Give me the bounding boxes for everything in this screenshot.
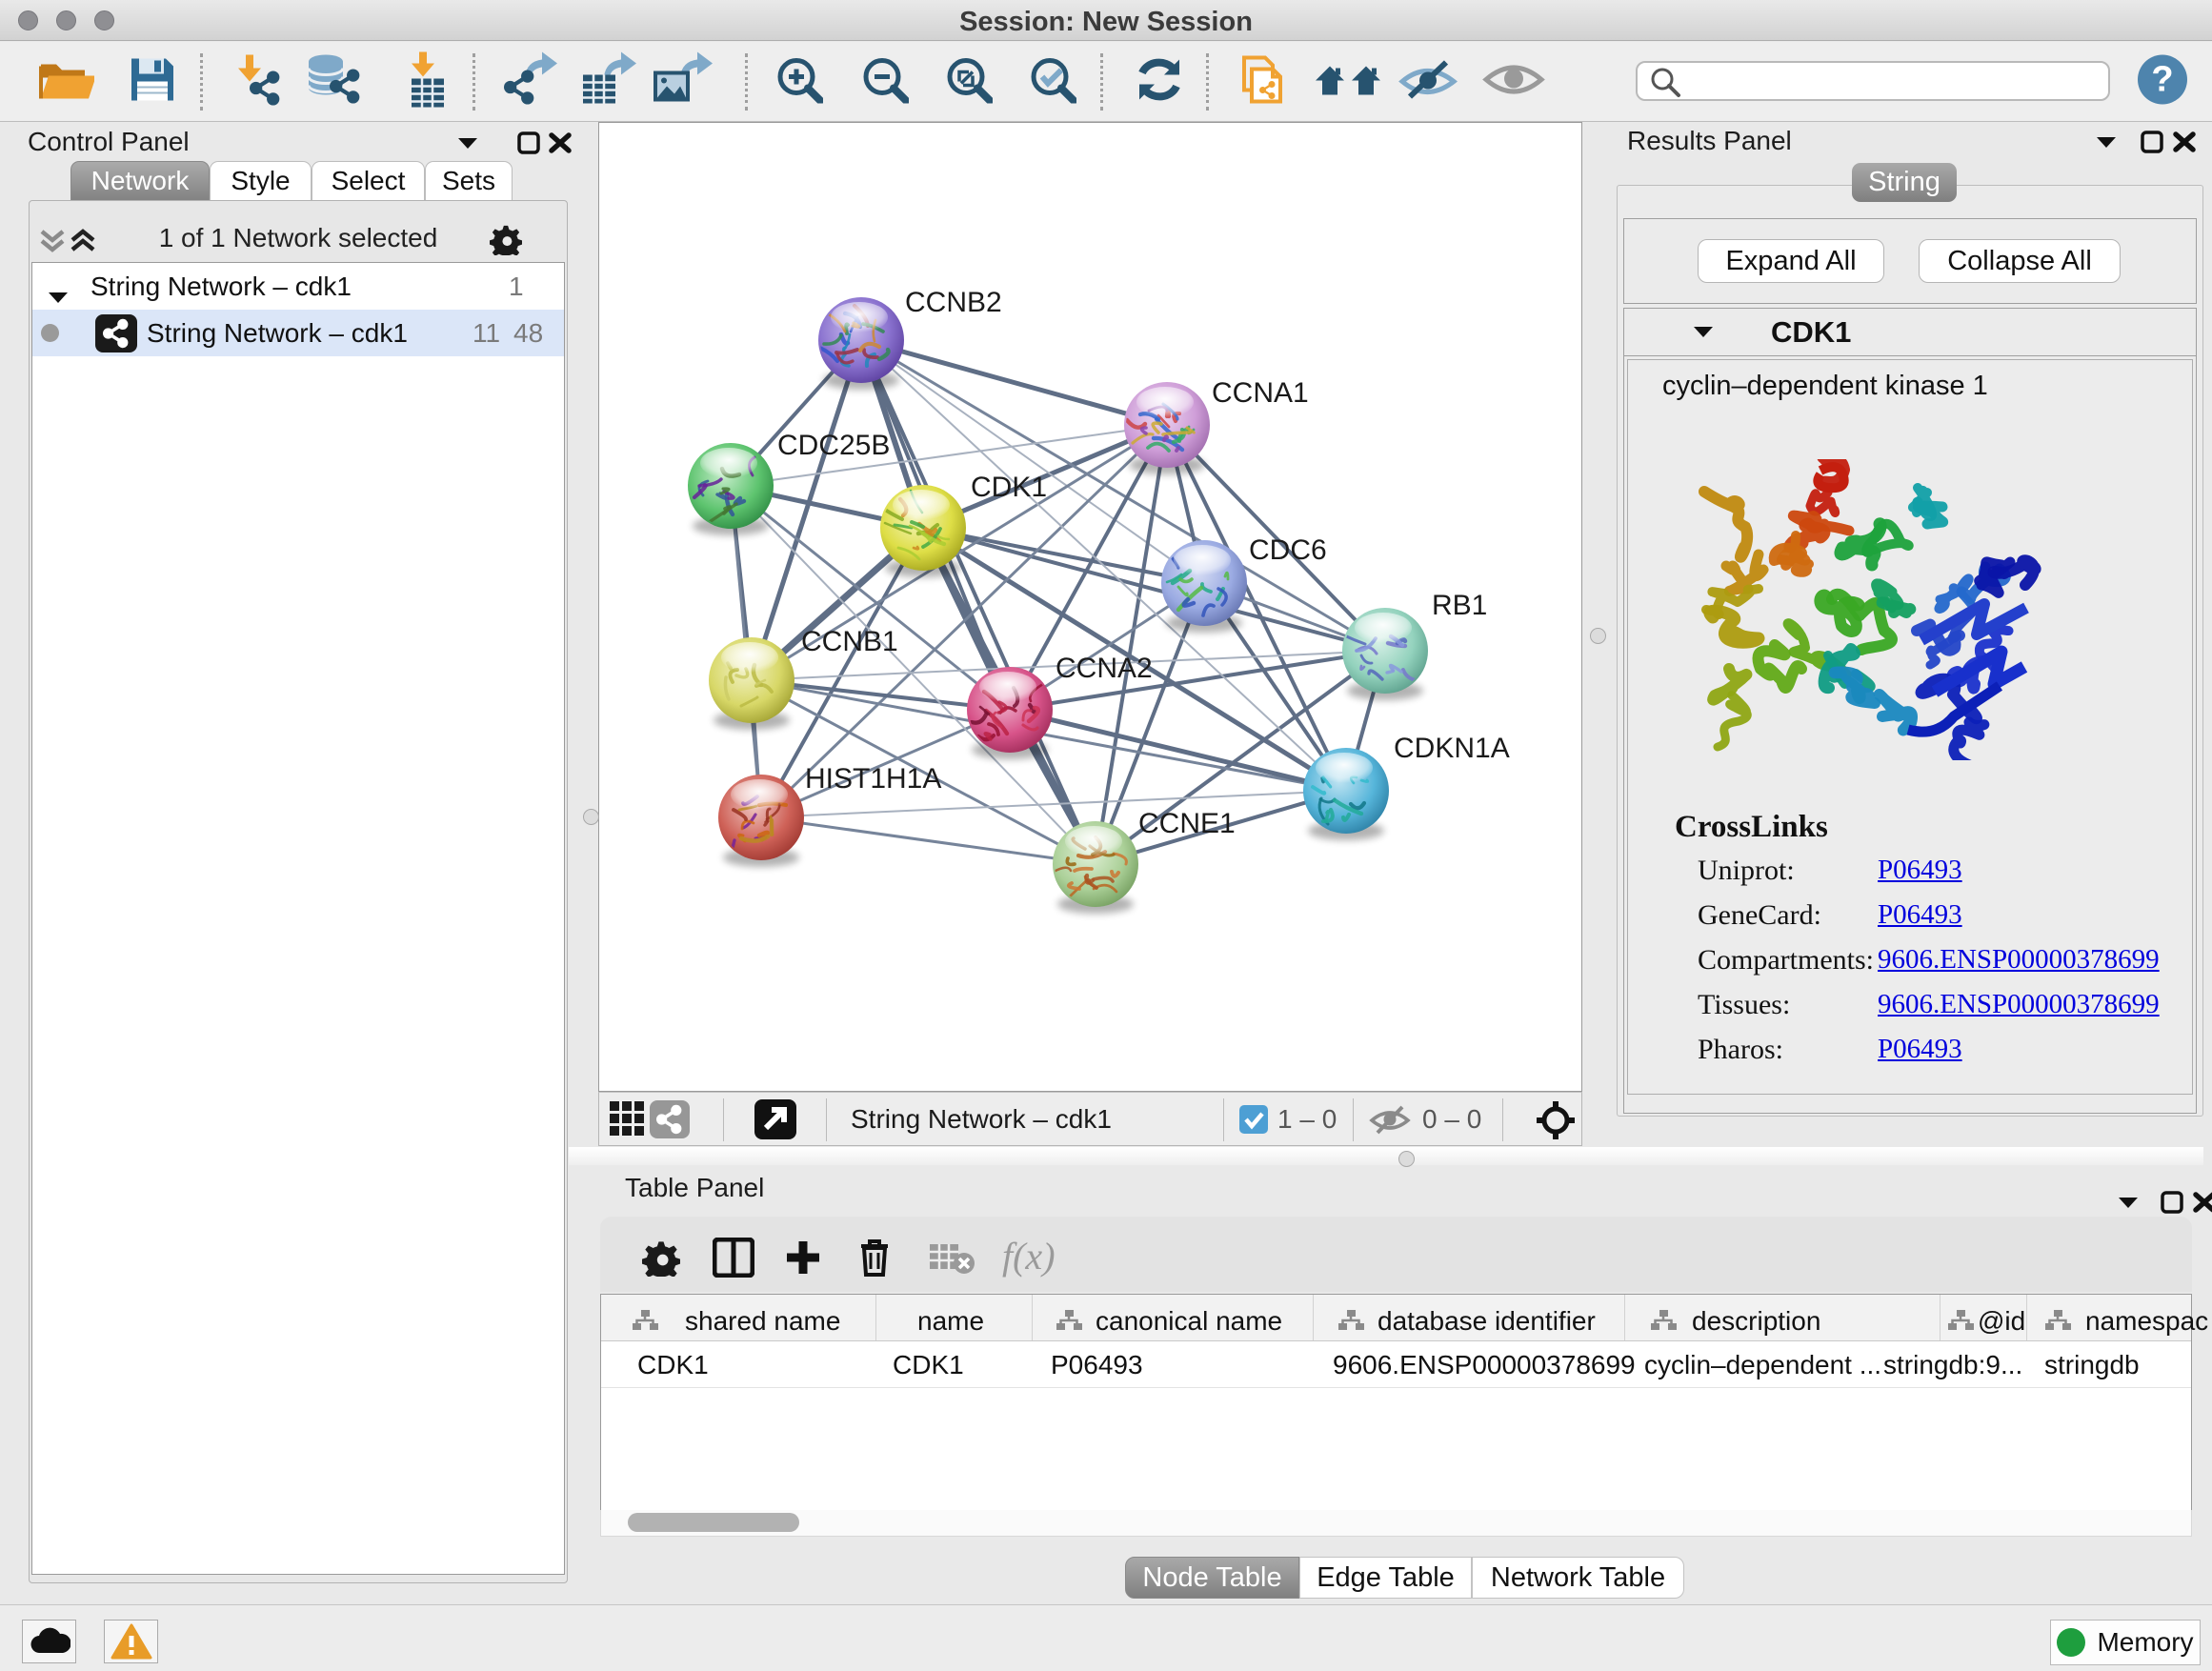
svg-text:CCNE1: CCNE1: [1138, 808, 1236, 839]
svg-text:CCNA2: CCNA2: [1056, 653, 1153, 684]
svg-text:CCNB2: CCNB2: [905, 287, 1002, 318]
svg-text:?: ?: [2151, 59, 2173, 99]
svg-text:CDKN1A: CDKN1A: [1394, 733, 1510, 764]
svg-text:CCNA1: CCNA1: [1212, 377, 1309, 409]
svg-text:RB1: RB1: [1432, 590, 1487, 621]
svg-text:CCNB1: CCNB1: [801, 626, 898, 657]
svg-text:CDC25B: CDC25B: [777, 430, 890, 461]
svg-text:HIST1H1A: HIST1H1A: [805, 763, 941, 795]
svg-text:CDC6: CDC6: [1249, 534, 1327, 566]
svg-text:CDK1: CDK1: [971, 472, 1047, 503]
